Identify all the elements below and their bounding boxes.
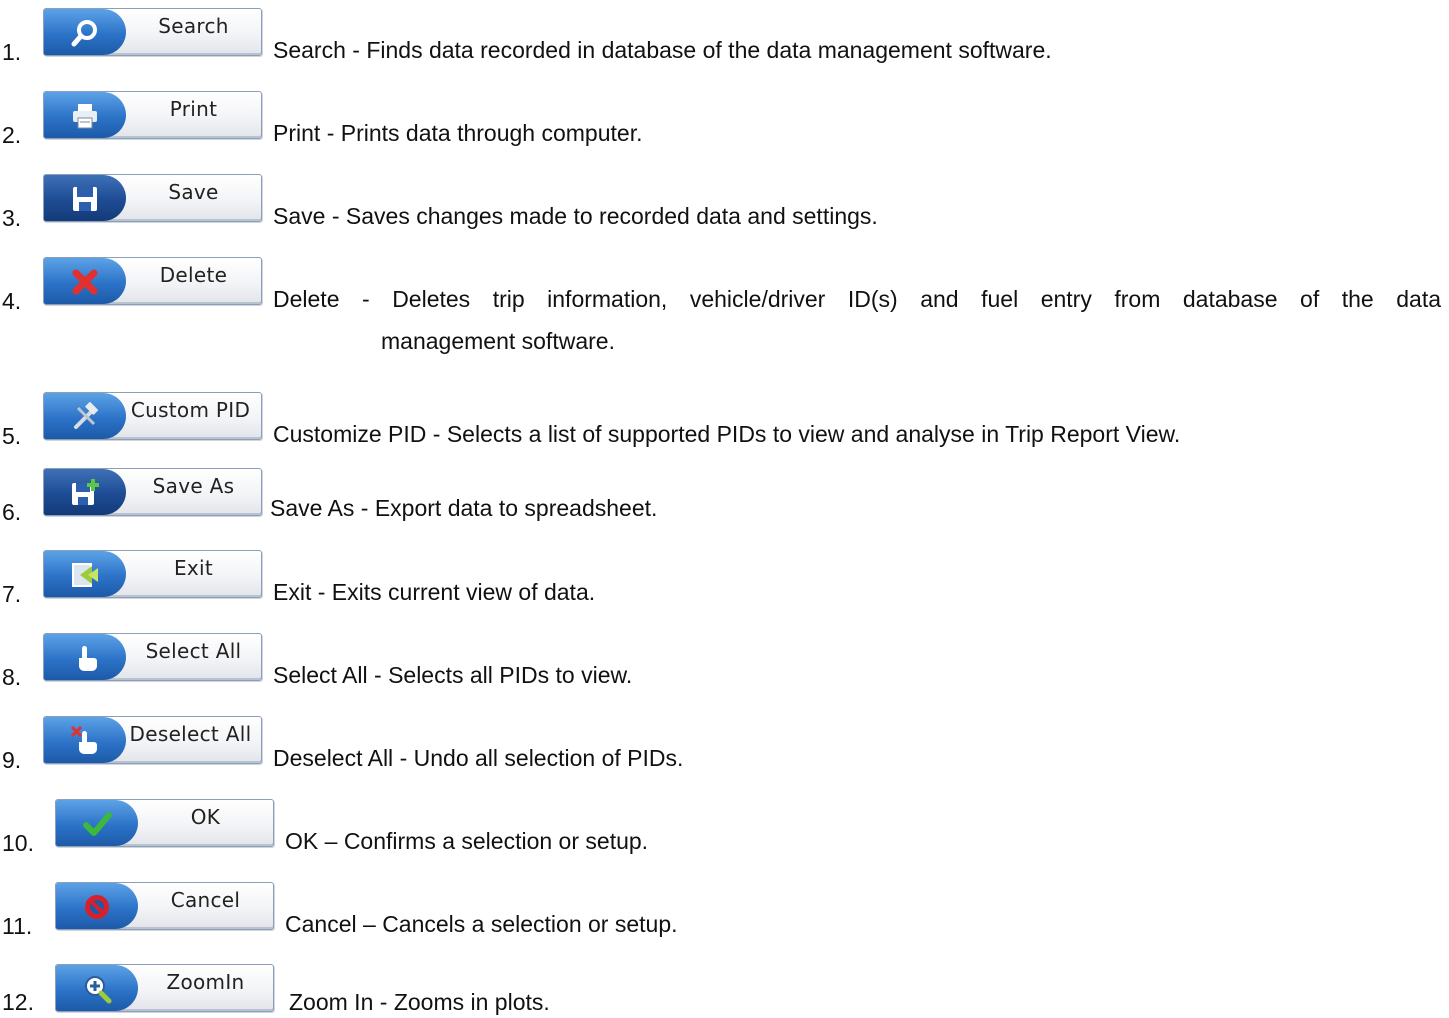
button-label: Cancel (170, 888, 241, 912)
button-label: Exit (173, 556, 214, 580)
list-item: Select All 8. Select All - Selects all P… (0, 633, 1449, 693)
item-number: 8. (2, 664, 22, 690)
item-number: 11. (2, 913, 33, 939)
item-description: Cancel – Cancels a selection or setup. (285, 911, 678, 937)
delete-button[interactable]: Delete (43, 257, 262, 305)
deselect-all-button[interactable]: Deselect All (43, 716, 262, 764)
button-label: Print (169, 97, 218, 121)
hand-deselect-icon (70, 726, 97, 754)
item-number: 5. (2, 423, 22, 449)
list-item: Save 3. Save - Saves changes made to rec… (0, 174, 1449, 234)
list-item: Print 2. Print - Prints data through com… (0, 91, 1449, 151)
exit-button[interactable]: Exit (43, 550, 262, 598)
button-label: Custom PID (130, 398, 251, 422)
floppy-disk-icon (73, 187, 97, 211)
save-button[interactable]: Save (43, 174, 262, 222)
custom-pid-button[interactable]: Custom PID (43, 392, 262, 440)
button-label: OK (190, 805, 221, 829)
item-number: 4. (2, 288, 22, 314)
print-button[interactable]: Print (43, 91, 262, 139)
zoom-in-icon (85, 976, 112, 1004)
description-line: management software. (381, 328, 615, 354)
hand-pointer-icon (79, 646, 97, 671)
list-item: Delete 4. Delete - Deletes trip informatio… (0, 257, 1449, 367)
item-description: Save - Saves changes made to recorded da… (273, 203, 878, 229)
button-label: Select All (145, 639, 242, 663)
item-description: Save As - Export data to spreadsheet. (270, 495, 658, 521)
item-number: 10. (2, 830, 34, 856)
item-number: 2. (2, 122, 22, 148)
list-item: OK 10. OK – Confirms a selection or setu… (0, 799, 1449, 859)
item-description: Print - Prints data through computer. (273, 120, 643, 146)
button-label: Delete (159, 263, 228, 287)
item-description: Select All - Selects all PIDs to view. (273, 662, 633, 688)
search-icon (71, 20, 97, 47)
cancel-button[interactable]: Cancel (55, 882, 274, 930)
description-line: Delete - Deletes trip information, vehicle/… (273, 286, 1441, 312)
button-label: Save As (152, 474, 235, 498)
delete-x-icon (72, 269, 98, 295)
item-number: 9. (2, 747, 22, 773)
item-number: 1. (2, 39, 22, 65)
item-number: 7. (2, 581, 22, 607)
list-item: Deselect All 9. Deselect All - Undo all … (0, 716, 1449, 776)
button-label: Search (158, 14, 229, 38)
item-description: Zoom In - Zooms in plots. (289, 989, 550, 1015)
item-description: Deselect All - Undo all selection of PID… (273, 745, 684, 771)
list-item: Custom PID 5. Customize PID - Selects a … (0, 392, 1449, 452)
search-button[interactable]: Search (43, 8, 262, 56)
checkmark-icon (83, 812, 112, 836)
save-as-icon (72, 479, 99, 505)
button-label: ZoomIn (166, 970, 245, 994)
list-item: Search 1. Search - Finds data recorded i… (0, 8, 1449, 68)
ok-button[interactable]: OK (55, 799, 274, 847)
select-all-button[interactable]: Select All (43, 633, 262, 681)
item-description: Customize PID - Selects a list of suppor… (273, 421, 1181, 447)
list-item: Cancel 11. Cancel – Cancels a selection … (0, 882, 1449, 942)
item-number: 12. (2, 989, 34, 1015)
exit-icon (72, 563, 98, 587)
item-description: Exit - Exits current view of data. (273, 579, 596, 605)
button-label: Deselect All (129, 722, 252, 746)
printer-icon (73, 104, 97, 129)
list-item: Save As 6. Save As - Export data to spre… (0, 468, 1449, 528)
list-item: ZoomIn 12. Zoom In - Zooms in plots. (0, 964, 1449, 1018)
save-as-button[interactable]: Save As (43, 468, 262, 516)
tools-icon (74, 402, 98, 429)
item-description: Delete - Deletes trip information, vehicle/… (273, 285, 1441, 355)
item-description: Search - Finds data recorded in database… (273, 37, 1052, 63)
list-item: Exit 7. Exit - Exits current view of dat… (0, 550, 1449, 610)
button-label: Save (168, 180, 219, 204)
no-entry-icon (85, 895, 109, 919)
item-number: 3. (2, 205, 22, 231)
zoom-in-button[interactable]: ZoomIn (55, 964, 274, 1012)
item-description: OK – Confirms a selection or setup. (285, 828, 649, 854)
item-number: 6. (2, 499, 22, 525)
